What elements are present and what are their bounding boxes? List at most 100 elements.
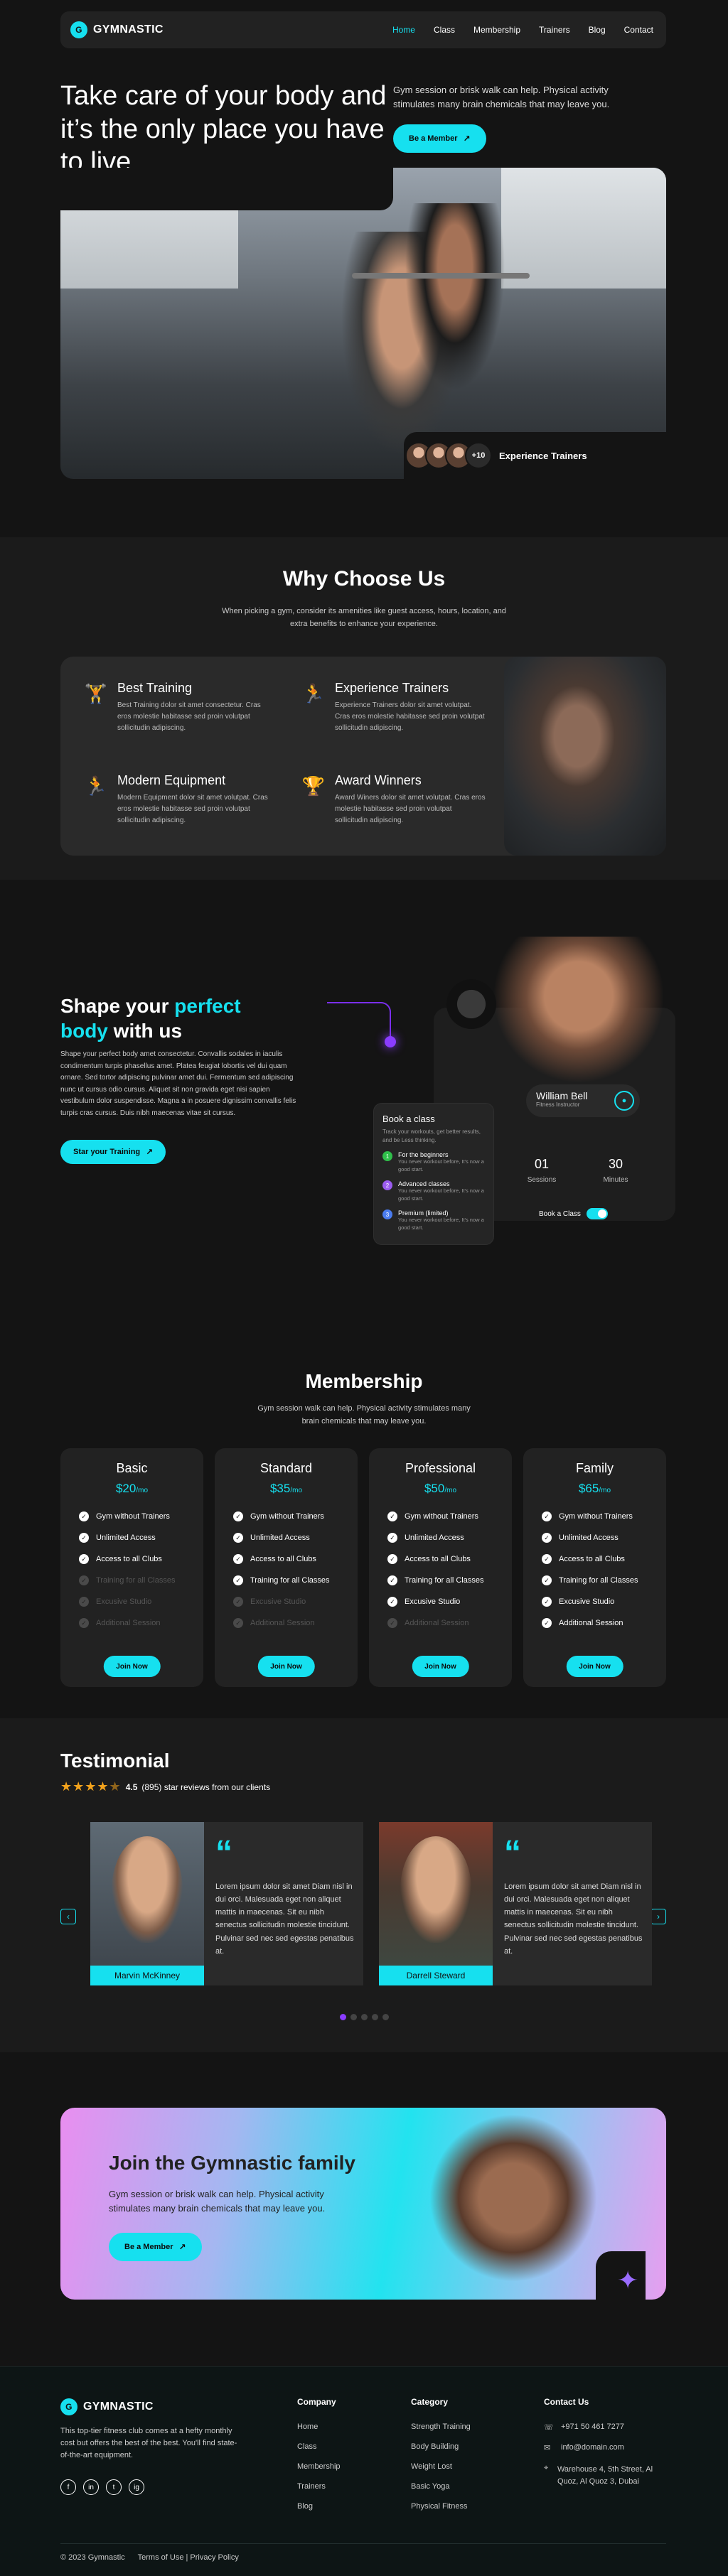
- prev-arrow-icon[interactable]: ‹: [60, 1909, 76, 1924]
- why-features-box: 🏋 Best Training Best Training dolor sit …: [60, 657, 666, 856]
- footer-link[interactable]: Body Building: [411, 2442, 471, 2451]
- book-option-beginners[interactable]: 1 For the beginners You never workout bef…: [382, 1151, 485, 1173]
- testimonial-name: Marvin McKinney: [90, 1966, 204, 1985]
- book-class-toggle[interactable]: Book a Class: [539, 1208, 608, 1219]
- testimonial-text: Lorem ipsum dolor sit amet Diam nisl in …: [215, 1882, 354, 1956]
- footer-logo[interactable]: G GYMNASTIC: [60, 2398, 154, 2415]
- footer-link[interactable]: Trainers: [297, 2482, 341, 2491]
- join-now-button[interactable]: Join Now: [566, 1656, 623, 1677]
- shape-body: Shape your perfect body amet consectetur…: [60, 1050, 296, 1117]
- nav-trainers[interactable]: Trainers: [539, 25, 570, 35]
- trainers-label: Experience Trainers: [499, 450, 587, 461]
- join-be-member-button[interactable]: Be a Member ↗: [109, 2233, 202, 2261]
- email-text: info@domain.com: [561, 2443, 624, 2452]
- feature-text: Gym without Trainers: [559, 1512, 633, 1521]
- check-icon: ✓: [542, 1533, 552, 1543]
- start-training-button[interactable]: Star your Training ↗: [60, 1140, 166, 1164]
- join-now-button[interactable]: Join Now: [103, 1656, 161, 1677]
- treadmill-icon: 🏃: [301, 682, 326, 704]
- plan-feature: ✓ Unlimited Access: [79, 1533, 203, 1543]
- start-training-label: Star your Training: [73, 1148, 141, 1156]
- play-icon[interactable]: ●: [614, 1091, 634, 1111]
- footer-link[interactable]: Class: [297, 2442, 341, 2451]
- trainers-badge[interactable]: +10 Experience Trainers: [405, 442, 587, 469]
- book-option-advanced[interactable]: 2 Advanced classes You never workout befo…: [382, 1180, 485, 1202]
- plan-feature: ✓ Gym without Trainers: [542, 1511, 666, 1521]
- shape-title-part1: Shape your: [60, 995, 175, 1017]
- carousel-dot[interactable]: [372, 2014, 378, 2020]
- join-now-button[interactable]: Join Now: [257, 1656, 315, 1677]
- plan-feature: ✓ Excusive Studio: [233, 1597, 358, 1607]
- next-arrow-icon[interactable]: ›: [651, 1909, 666, 1924]
- footer-link[interactable]: Home: [297, 2423, 341, 2431]
- nav-links: Home Class Membership Trainers Blog Cont…: [392, 25, 653, 35]
- carousel-dots: [340, 2014, 389, 2020]
- nav-class[interactable]: Class: [434, 25, 455, 35]
- feature-text: Unlimited Access: [96, 1534, 156, 1542]
- footer-link[interactable]: Weight Lost: [411, 2462, 471, 2471]
- footer-company: Company Home Class Membership Trainers B…: [297, 2397, 341, 2522]
- arrow-up-right-icon: ↗: [463, 134, 471, 144]
- location-icon: ⌖: [544, 2464, 549, 2472]
- membership-title: Membership: [305, 1370, 423, 1392]
- nav-membership[interactable]: Membership: [473, 25, 520, 35]
- twitter-icon[interactable]: t: [106, 2479, 122, 2495]
- plan-feature: ✓ Training for all Classes: [387, 1575, 512, 1585]
- plan-feature: ✓ Additional Session: [542, 1618, 666, 1628]
- legal-links[interactable]: Terms of Use | Privacy Policy: [138, 2553, 239, 2562]
- nav-contact[interactable]: Contact: [624, 25, 653, 35]
- nav-home[interactable]: Home: [392, 25, 415, 35]
- plan-name: Standard: [259, 1461, 313, 1475]
- testimonial-name: Darrell Steward: [379, 1966, 493, 1985]
- shape-title-highlight1: perfect: [174, 995, 241, 1017]
- join-banner: Join the Gymnastic family Gym session or…: [60, 2108, 666, 2300]
- footer-link[interactable]: Blog: [297, 2502, 341, 2511]
- plan-feature: ✓ Excusive Studio: [542, 1597, 666, 1607]
- be-member-button[interactable]: Be a Member ↗: [393, 124, 486, 153]
- plan-name: Family: [576, 1461, 614, 1475]
- footer-link[interactable]: Strength Training: [411, 2423, 471, 2431]
- carousel-dot[interactable]: [340, 2014, 346, 2020]
- logo[interactable]: G GYMNASTIC: [70, 21, 164, 38]
- avatar-more-count: +10: [465, 442, 492, 469]
- barbell: [352, 273, 530, 279]
- footer-link[interactable]: Basic Yoga: [411, 2482, 471, 2491]
- footer-link[interactable]: Physical Fitness: [411, 2502, 471, 2511]
- feature-text: Additional Session: [250, 1619, 315, 1627]
- footer-link[interactable]: Membership: [297, 2462, 341, 2471]
- face-image: [112, 1836, 183, 1943]
- carousel-dot[interactable]: [361, 2014, 368, 2020]
- check-icon: ✓: [542, 1511, 552, 1521]
- toggle-switch[interactable]: [586, 1208, 608, 1219]
- check-icon: ✓: [79, 1554, 89, 1564]
- feature-text: Training for all Classes: [405, 1576, 484, 1585]
- facebook-icon[interactable]: f: [60, 2479, 76, 2495]
- price-value: $35: [269, 1482, 291, 1495]
- join-subtitle: Gym session or brisk walk can help. Phys…: [109, 2189, 326, 2214]
- feature-text: Excusive Studio: [405, 1597, 461, 1606]
- stat-value: 01: [534, 1157, 550, 1171]
- feature-text: Training for all Classes: [559, 1576, 638, 1585]
- carousel-dot[interactable]: [350, 2014, 357, 2020]
- check-icon: ✓: [233, 1597, 243, 1607]
- check-icon: ✓: [542, 1618, 552, 1628]
- nav-blog[interactable]: Blog: [589, 25, 606, 35]
- book-option-premium[interactable]: 3 Premium (limited) You never workout bef…: [382, 1209, 485, 1232]
- carousel-dot[interactable]: [382, 2014, 389, 2020]
- plan-price: $65/mo: [523, 1482, 666, 1496]
- plan-feature: ✓ Training for all Classes: [233, 1575, 358, 1585]
- check-icon: ✓: [233, 1533, 243, 1543]
- plan-feature: ✓ Additional Session: [387, 1618, 512, 1628]
- contact-phone[interactable]: ☏ +971 50 461 7277: [544, 2423, 672, 2432]
- instagram-icon[interactable]: ig: [129, 2479, 144, 2495]
- feature-text: Additional Session: [96, 1619, 161, 1627]
- price-period: /mo: [444, 1487, 457, 1494]
- feature-title: Experience Trainers: [335, 681, 449, 695]
- hero-image-notch: [60, 168, 393, 210]
- feature-text: Award Winers dolor sit amet volutpat. Cr…: [335, 794, 486, 824]
- trainer-name-pill[interactable]: William Bell Fitness Instructor ●: [526, 1084, 640, 1117]
- join-now-button[interactable]: Join Now: [412, 1656, 469, 1677]
- testimonial-text: Lorem ipsum dolor sit amet Diam nisl in …: [504, 1882, 643, 1956]
- linkedin-icon[interactable]: in: [83, 2479, 99, 2495]
- contact-email[interactable]: ✉ info@domain.com: [544, 2443, 672, 2452]
